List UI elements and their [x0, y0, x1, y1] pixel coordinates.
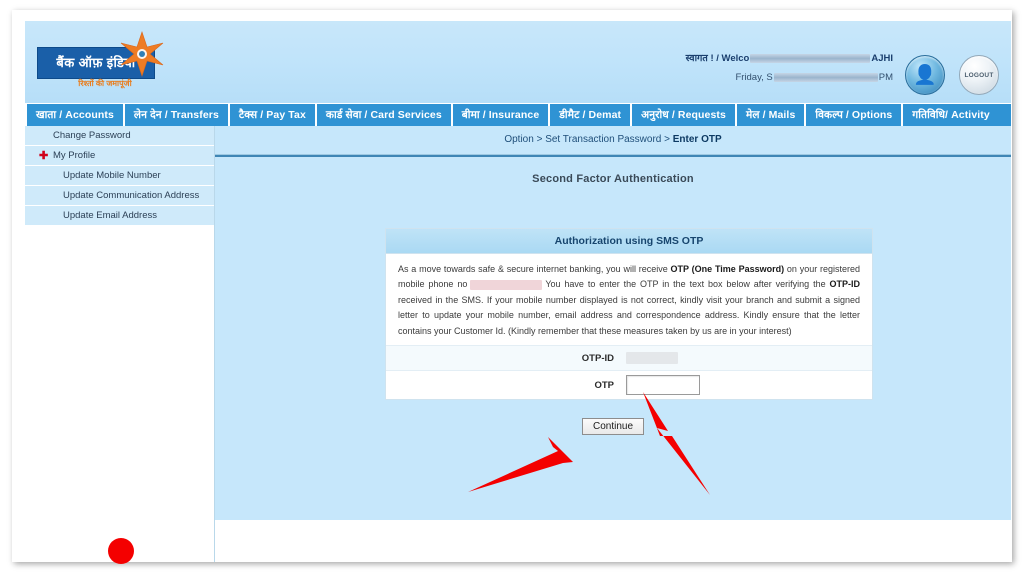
welcome-prefix: स्वागत ! / Welco [685, 53, 750, 64]
otpid-value [626, 352, 678, 365]
sidebar-item-change-password[interactable]: Change Password [25, 126, 214, 146]
otp-card: Authorization using SMS OTP As a move to… [385, 228, 873, 401]
continue-button[interactable]: Continue [581, 418, 645, 435]
red-dot-marker [108, 538, 134, 564]
nav-options[interactable]: विकल्प / Options [806, 104, 904, 126]
breadcrumb-current: Enter OTP [672, 134, 722, 145]
otp-instructions: As a move towards safe & secure internet… [386, 254, 872, 346]
browser-page-frame: बैंक ऑफ़ इंडिया रिश्तों की जमापूंजी स्वा… [12, 10, 1012, 562]
nav-demat[interactable]: डीमैट / Demat [550, 104, 633, 126]
otp-row: OTP [386, 370, 872, 400]
instr-bold-otpid: OTP-ID [829, 279, 861, 290]
date-prefix: Friday, S [735, 72, 773, 83]
nav-insurance[interactable]: बीमा / Insurance [452, 104, 551, 126]
sidebar-item-label: My Profile [53, 150, 96, 161]
session-date-line: Friday, S PM [686, 72, 893, 83]
bank-logo[interactable]: बैंक ऑफ़ इंडिया रिश्तों की जमापूंजी [33, 29, 168, 95]
body-region: Change Password ✚ My Profile Update Mobile … [25, 126, 1011, 562]
date-suffix: PM [878, 72, 893, 83]
otpid-row: OTP-ID [386, 345, 872, 371]
otp-input[interactable] [626, 375, 700, 396]
sidebar-item-label: Change Password [53, 130, 131, 141]
nav-accounts[interactable]: खाता / Accounts [25, 104, 125, 126]
page-title: Second Factor Authentication [532, 173, 694, 185]
sidebar: Change Password ✚ My Profile Update Mobile … [25, 126, 215, 562]
welcome-block: स्वागत ! / Welco AJHI Friday, S PM [686, 51, 893, 83]
otp-card-heading: Authorization using SMS OTP [386, 229, 872, 254]
redacted-username [750, 53, 871, 63]
nav-transfers[interactable]: लेन देन / Transfers [124, 104, 230, 126]
nav-activity[interactable]: गतिविधि/ Activity [903, 104, 999, 126]
nav-requests[interactable]: अनुरोध / Requests [632, 104, 737, 126]
otpid-label: OTP-ID [581, 352, 614, 364]
instr-part1: As a move towards safe & secure internet… [398, 264, 671, 274]
continue-row: Continue [215, 416, 1011, 435]
sidebar-item-label: Update Communication Address [63, 190, 200, 201]
sidebar-item-update-mobile-number[interactable]: Update Mobile Number [25, 166, 214, 186]
sidebar-item-label: Update Email Address [63, 210, 157, 221]
welcome-suffix: AJHI [871, 53, 893, 64]
main-navigation[interactable]: खाता / Accounts लेन देन / Transfers टैक्स … [25, 104, 1011, 126]
sidebar-item-update-email-address[interactable]: Update Email Address [25, 206, 214, 226]
logout-label: LOGOUT [964, 71, 994, 79]
breadcrumb-divider [215, 154, 1011, 157]
sidebar-item-update-communication-address[interactable]: Update Communication Address [25, 186, 214, 206]
site-header: बैंक ऑफ़ इंडिया रिश्तों की जमापूंजी स्वा… [25, 21, 1011, 103]
logout-button[interactable]: LOGOUT [959, 55, 999, 95]
otp-label: OTP [594, 379, 614, 391]
redacted-mobile-number [470, 280, 543, 291]
nav-card-services[interactable]: कार्ड सेवा / Card Services [316, 104, 453, 126]
instr-part4: received in the SMS. If your mobile numb… [398, 294, 860, 336]
star-icon [120, 31, 164, 77]
user-profile-button[interactable]: 👤 [905, 55, 945, 95]
redacted-datetime [773, 72, 878, 82]
instr-bold-otp: OTP (One Time Password) [670, 264, 785, 274]
logo-tagline: रिश्तों की जमापूंजी [78, 79, 132, 88]
user-icon: 👤 [913, 65, 937, 86]
breadcrumb: Option > Set Transaction Password > Ente… [215, 126, 1011, 154]
expand-plus-icon[interactable]: ✚ [39, 146, 48, 166]
welcome-line: स्वागत ! / Welco AJHI [686, 51, 893, 64]
nav-pay-tax[interactable]: टैक्स / Pay Tax [229, 104, 317, 126]
main-content: Option > Set Transaction Password > Ente… [215, 126, 1011, 520]
nav-mails[interactable]: मेल / Mails [736, 104, 807, 126]
sidebar-item-label: Update Mobile Number [63, 170, 161, 181]
instr-part3: You have to enter the OTP in the text bo… [545, 279, 830, 290]
breadcrumb-path[interactable]: Option > Set Transaction Password > [504, 134, 672, 145]
sidebar-item-my-profile[interactable]: ✚ My Profile [25, 146, 214, 166]
